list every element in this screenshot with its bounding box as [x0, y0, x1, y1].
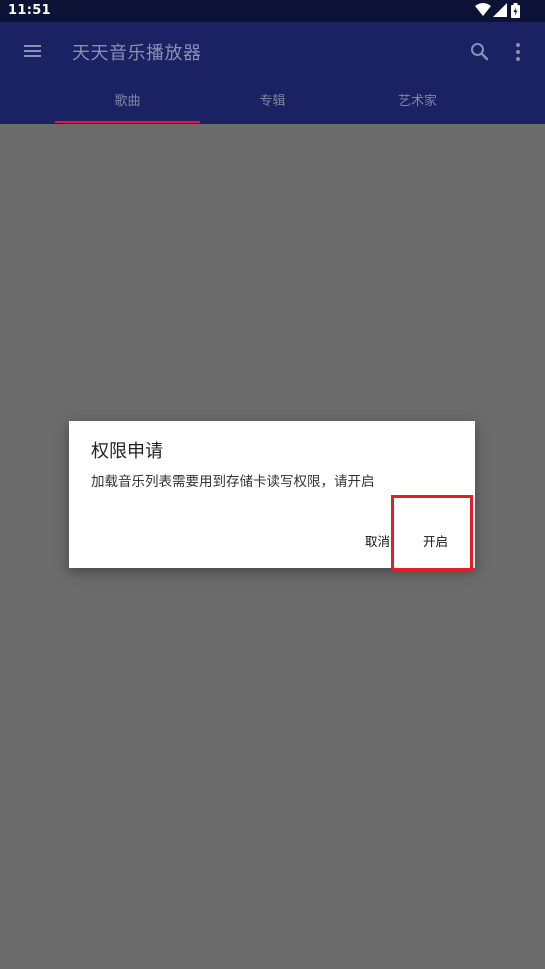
hamburger-menu-icon — [24, 45, 41, 57]
more-vert-icon — [516, 43, 520, 61]
open-button[interactable]: 开启 — [423, 531, 448, 550]
tab-indicator — [55, 121, 200, 123]
tab-songs[interactable]: 歌曲 — [55, 80, 200, 124]
app-title: 天天音乐播放器 — [72, 43, 202, 64]
permission-dialog: 权限申请 加载音乐列表需要用到存储卡读写权限，请开启 取消 开启 — [69, 421, 475, 568]
status-time: 11:51 — [8, 3, 51, 18]
tab-artists[interactable]: 艺术家 — [345, 80, 490, 124]
more-options-button[interactable] — [506, 40, 530, 64]
app-bar: 天天音乐播放器 歌曲 专辑 艺术家 — [0, 22, 545, 124]
wifi-icon — [475, 3, 491, 16]
dialog-title: 权限申请 — [91, 441, 163, 462]
search-button[interactable] — [468, 40, 492, 64]
signal-icon — [493, 3, 507, 17]
tab-albums[interactable]: 专辑 — [200, 80, 345, 124]
status-icons — [475, 3, 521, 19]
cancel-button[interactable]: 取消 — [365, 531, 390, 550]
battery-icon — [511, 3, 520, 18]
status-bar: 11:51 — [0, 0, 545, 22]
search-icon — [471, 43, 489, 61]
menu-button[interactable] — [20, 39, 46, 65]
dialog-message: 加载音乐列表需要用到存储卡读写权限，请开启 — [91, 474, 375, 490]
